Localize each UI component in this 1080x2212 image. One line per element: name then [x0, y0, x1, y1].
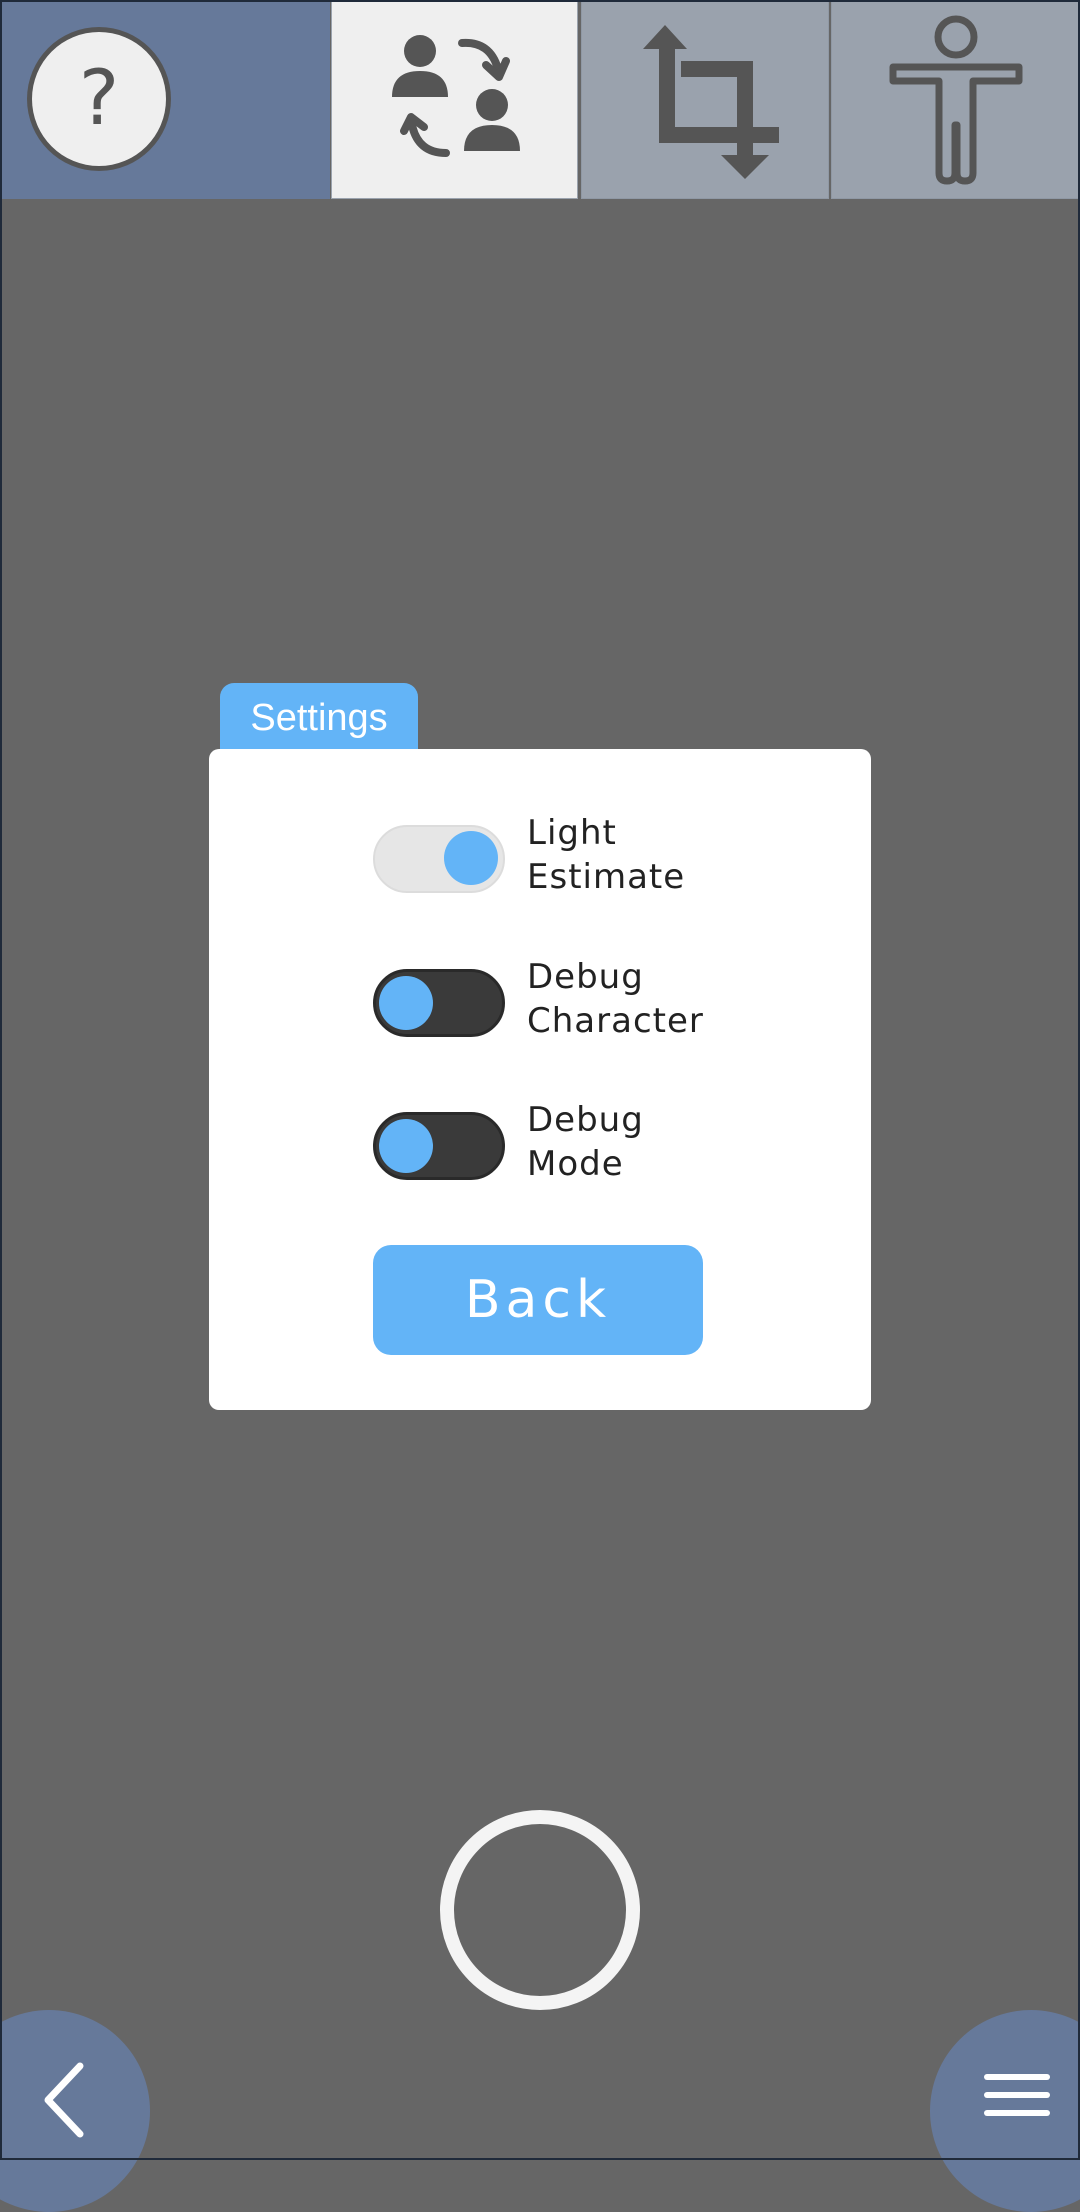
toggle-knob — [444, 831, 498, 885]
body-pose-icon — [889, 15, 1022, 184]
tab-swap-users[interactable] — [331, 0, 578, 199]
settings-panel: Light Estimate Debug Character Debug Mod… — [209, 749, 871, 1410]
toggle-knob — [379, 976, 433, 1030]
help-area: ? — [0, 0, 330, 199]
help-button[interactable]: ? — [24, 24, 174, 174]
tab-crop[interactable] — [581, 0, 829, 199]
tab-body-pose[interactable] — [831, 0, 1080, 199]
toggle-row-debug-character: Debug Character — [373, 957, 793, 1041]
label-line: Mode — [527, 1144, 624, 1184]
capture-button[interactable] — [440, 1810, 640, 2010]
light-estimate-label: Light Estimate — [527, 811, 767, 899]
debug-character-toggle[interactable] — [373, 969, 505, 1037]
chevron-left-icon — [44, 2062, 84, 2138]
top-toolbar: ? — [0, 0, 1080, 199]
label-line: Debug — [527, 957, 644, 997]
toggle-row-light-estimate: Light Estimate — [373, 813, 793, 897]
label-line: Character — [527, 1001, 704, 1041]
svg-text:?: ? — [79, 53, 119, 142]
nav-menu-button[interactable] — [930, 2010, 1080, 2212]
nav-back-button[interactable] — [0, 2010, 150, 2212]
label-line: Estimate — [527, 857, 686, 897]
back-button[interactable]: Back — [373, 1245, 703, 1355]
toggle-knob — [379, 1119, 433, 1173]
swap-users-icon — [391, 34, 520, 157]
label-line: Debug — [527, 1100, 644, 1140]
crop-icon — [643, 24, 779, 179]
label-line: Light — [527, 813, 617, 853]
help-icon: ? — [27, 27, 171, 171]
debug-mode-label: Debug Mode — [527, 1098, 767, 1186]
settings-tab: Settings — [220, 683, 418, 755]
debug-mode-toggle[interactable] — [373, 1112, 505, 1180]
hamburger-menu-icon — [984, 2074, 1050, 2116]
light-estimate-toggle[interactable] — [373, 825, 505, 893]
toggle-row-debug-mode: Debug Mode — [373, 1100, 793, 1184]
debug-character-label: Debug Character — [527, 955, 767, 1043]
